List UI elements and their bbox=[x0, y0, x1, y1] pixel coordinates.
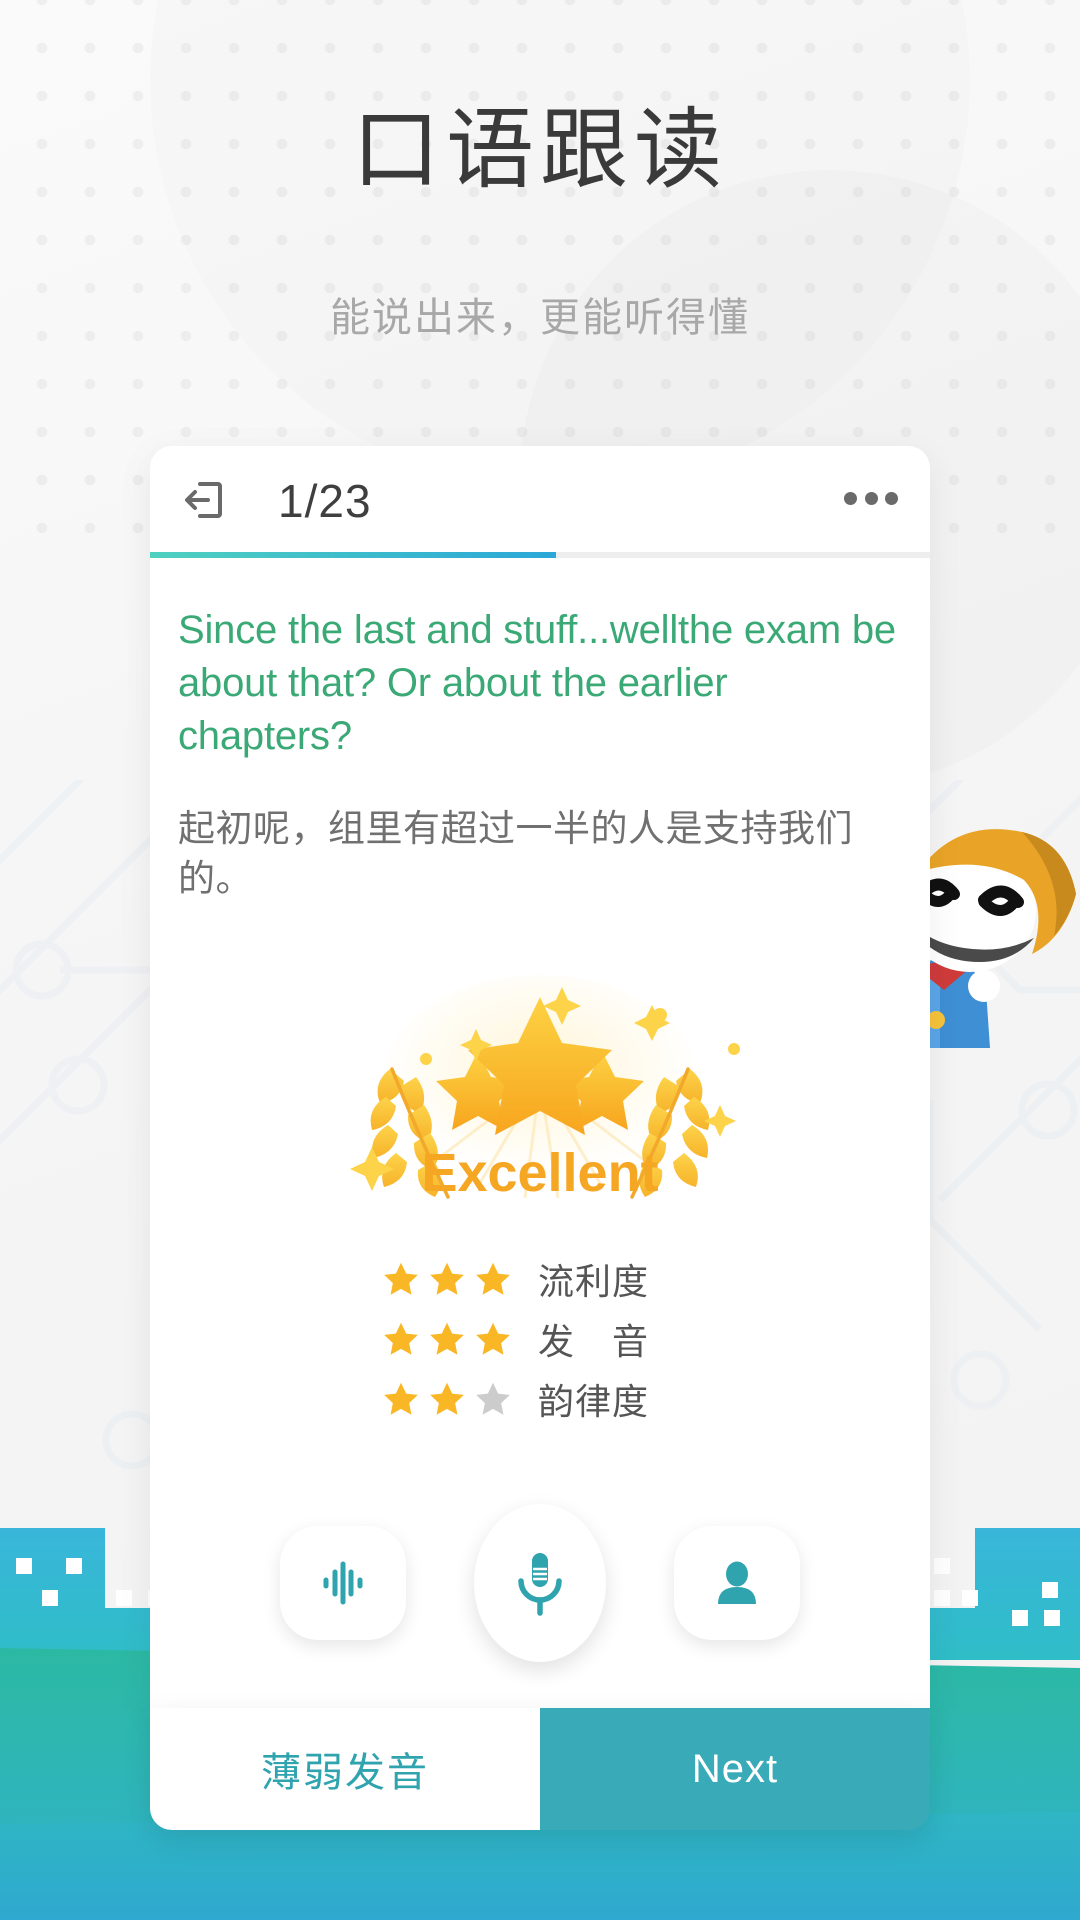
star-empty-icon bbox=[476, 1383, 510, 1416]
control-row bbox=[150, 1504, 930, 1662]
native-speaker-button[interactable] bbox=[674, 1526, 800, 1640]
star-filled-icon bbox=[476, 1323, 510, 1356]
rating-row: 韵律度 bbox=[382, 1373, 698, 1425]
exit-icon[interactable] bbox=[182, 478, 226, 522]
chinese-translation: 起初呢，组里有超过一半的人是支持我们的。 bbox=[178, 807, 853, 899]
footer-action-row: 薄弱发音 Next bbox=[150, 1708, 930, 1830]
star-filled-icon bbox=[430, 1263, 464, 1296]
card-topbar: 1/23 bbox=[150, 446, 930, 552]
page-title: 口语跟读 bbox=[351, 100, 728, 199]
star-filled-icon bbox=[384, 1383, 418, 1416]
progress-fill bbox=[150, 552, 556, 558]
rating-label: 流利度 bbox=[538, 1261, 650, 1303]
rating-stars bbox=[382, 1260, 512, 1298]
star-filled-icon bbox=[384, 1263, 418, 1296]
score-badge: Excellent bbox=[178, 973, 902, 1223]
star-filled-icon bbox=[476, 1263, 510, 1296]
next-button[interactable]: Next bbox=[540, 1708, 930, 1830]
more-options-icon[interactable] bbox=[844, 490, 898, 506]
progress-track bbox=[150, 552, 930, 558]
rating-stars bbox=[382, 1320, 512, 1358]
record-microphone-button[interactable] bbox=[474, 1504, 606, 1662]
star-filled-icon bbox=[430, 1323, 464, 1356]
person-icon bbox=[718, 1561, 756, 1604]
rating-stars bbox=[382, 1380, 512, 1418]
star-filled-icon bbox=[384, 1323, 418, 1356]
rating-label: 发 音 bbox=[538, 1321, 650, 1363]
badge-label: Excellent bbox=[421, 1143, 658, 1203]
rating-list: 流利度发 音韵律度 bbox=[178, 1253, 902, 1425]
rating-row: 流利度 bbox=[382, 1253, 698, 1305]
weak-pronunciation-button[interactable]: 薄弱发音 bbox=[150, 1708, 540, 1830]
microphone-icon bbox=[518, 1553, 562, 1616]
practice-card: 1/23 Since the last and stuff...wellthe … bbox=[150, 446, 930, 1708]
page-subtitle: 能说出来，更能听得懂 bbox=[330, 296, 750, 340]
rating-row: 发 音 bbox=[382, 1313, 698, 1365]
waveform-playback-button[interactable] bbox=[280, 1526, 406, 1640]
card-body: Since the last and stuff...wellthe exam … bbox=[150, 552, 930, 1425]
waveform-icon bbox=[323, 1561, 363, 1605]
rating-label: 韵律度 bbox=[538, 1381, 650, 1423]
english-sentence: Since the last and stuff...wellthe exam … bbox=[178, 608, 896, 759]
star-filled-icon bbox=[430, 1383, 464, 1416]
question-counter: 1/23 bbox=[278, 475, 372, 527]
